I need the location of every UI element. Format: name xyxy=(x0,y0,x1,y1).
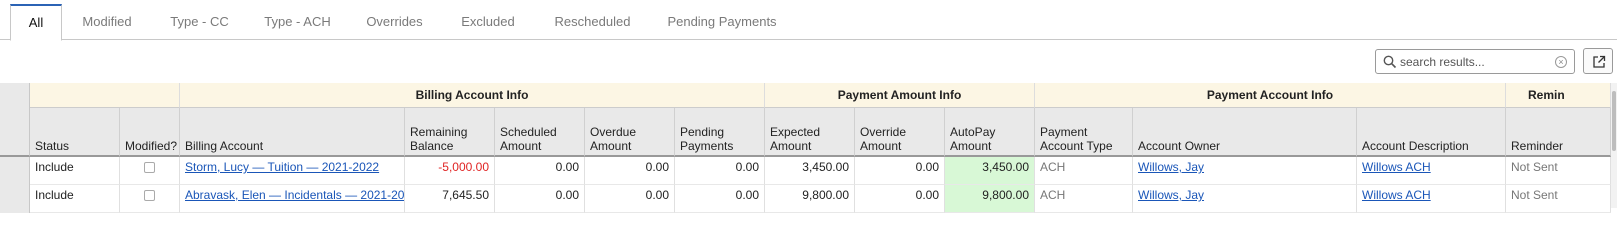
tab-excluded[interactable]: Excluded xyxy=(452,4,524,39)
scheduled-amount-cell: 0.00 xyxy=(495,157,585,185)
tab-overrides[interactable]: Overrides xyxy=(357,4,432,39)
scrollbar-thumb[interactable] xyxy=(1612,91,1616,151)
account-owner-cell: Willows, Jay xyxy=(1133,157,1357,185)
billing-account-cell: Storm, Lucy — Tuition — 2021-2022 xyxy=(180,157,405,185)
clear-search-icon[interactable]: × xyxy=(1555,56,1567,68)
search-icon xyxy=(1383,55,1397,69)
modified-cell xyxy=(120,185,180,213)
export-button[interactable] xyxy=(1583,48,1613,74)
account-description-cell: Willows ACH xyxy=(1357,157,1506,185)
search-box: × xyxy=(1375,49,1575,74)
col-header-payment-account-type[interactable]: Payment Account Type xyxy=(1035,108,1133,157)
pending-payments-cell: 0.00 xyxy=(675,157,765,185)
tab-pending-payments[interactable]: Pending Payments xyxy=(658,4,786,39)
reminder-cell: Not Sent xyxy=(1506,185,1611,213)
col-header-remaining-balance[interactable]: Remaining Balance xyxy=(405,108,495,157)
group-header-reminder: Remin xyxy=(1506,83,1611,108)
scheduled-amount-cell: 0.00 xyxy=(495,185,585,213)
billing-account-link[interactable]: Storm, Lucy — Tuition — 2021-2022 xyxy=(185,160,379,174)
account-owner-cell: Willows, Jay xyxy=(1133,185,1357,213)
vertical-scrollbar[interactable] xyxy=(1611,83,1617,208)
status-cell: Include xyxy=(30,157,120,185)
search-input[interactable] xyxy=(1400,52,1550,71)
col-header-modified[interactable]: Modified? xyxy=(120,108,180,157)
modified-checkbox[interactable] xyxy=(144,190,155,201)
col-header-account-description[interactable]: Account Description xyxy=(1357,108,1506,157)
billing-account-cell: Abravask, Elen — Incidentals — 2021-2022 xyxy=(180,185,405,213)
expected-amount-cell: 3,450.00 xyxy=(765,157,855,185)
group-header-payment-amount-info: Payment Amount Info xyxy=(765,83,1035,108)
group-header-blank xyxy=(30,83,180,108)
override-amount-cell[interactable]: 0.00 xyxy=(855,185,945,213)
remaining-balance-cell: -5,000.00 xyxy=(405,157,495,185)
tab-all[interactable]: All xyxy=(10,4,62,41)
overdue-amount-cell: 0.00 xyxy=(585,157,675,185)
row-number xyxy=(0,185,30,213)
account-owner-link[interactable]: Willows, Jay xyxy=(1138,160,1204,174)
external-link-icon xyxy=(1593,55,1606,68)
account-description-link[interactable]: Willows ACH xyxy=(1362,188,1431,202)
group-header-billing-account-info: Billing Account Info xyxy=(180,83,765,108)
reminder-cell: Not Sent xyxy=(1506,157,1611,185)
tab-bar: All Modified Type - CC Type - ACH Overri… xyxy=(0,0,1617,41)
tab-modified[interactable]: Modified xyxy=(72,4,142,39)
autopay-amount-cell: 9,800.00 xyxy=(945,185,1035,213)
col-header-expected-amount[interactable]: Expected Amount xyxy=(765,108,855,157)
row-number xyxy=(0,157,30,185)
remaining-balance-cell: 7,645.50 xyxy=(405,185,495,213)
col-header-override-amount[interactable]: Override Amount xyxy=(855,108,945,157)
payment-account-type-cell: ACH xyxy=(1035,185,1133,213)
status-cell: Include xyxy=(30,185,120,213)
account-owner-link[interactable]: Willows, Jay xyxy=(1138,188,1204,202)
tab-type-ach[interactable]: Type - ACH xyxy=(255,4,340,39)
col-header-scheduled-amount[interactable]: Scheduled Amount xyxy=(495,108,585,157)
col-header-billing-account[interactable]: Billing Account xyxy=(180,108,405,157)
payment-account-type-cell: ACH xyxy=(1035,157,1133,185)
account-description-link[interactable]: Willows ACH xyxy=(1362,160,1431,174)
pending-payments-cell: 0.00 xyxy=(675,185,765,213)
account-description-cell: Willows ACH xyxy=(1357,185,1506,213)
group-header-payment-account-info: Payment Account Info xyxy=(1035,83,1506,108)
col-header-overdue-amount[interactable]: Overdue Amount xyxy=(585,108,675,157)
overdue-amount-cell: 0.00 xyxy=(585,185,675,213)
billing-account-link[interactable]: Abravask, Elen — Incidentals — 2021-2022 xyxy=(185,188,404,202)
col-header-account-owner[interactable]: Account Owner xyxy=(1133,108,1357,157)
modified-cell xyxy=(120,157,180,185)
expected-amount-cell: 9,800.00 xyxy=(765,185,855,213)
override-amount-cell[interactable]: 0.00 xyxy=(855,157,945,185)
tab-rescheduled[interactable]: Rescheduled xyxy=(545,4,640,39)
modified-checkbox[interactable] xyxy=(144,162,155,173)
col-header-reminder[interactable]: Reminder xyxy=(1506,108,1611,157)
col-header-pending-payments[interactable]: Pending Payments xyxy=(675,108,765,157)
tab-type-cc[interactable]: Type - CC xyxy=(162,4,237,39)
col-header-status[interactable]: Status xyxy=(30,108,120,157)
row-number-header xyxy=(0,83,30,157)
autopay-amount-cell: 3,450.00 xyxy=(945,157,1035,185)
col-header-autopay-amount[interactable]: AutoPay Amount xyxy=(945,108,1035,157)
